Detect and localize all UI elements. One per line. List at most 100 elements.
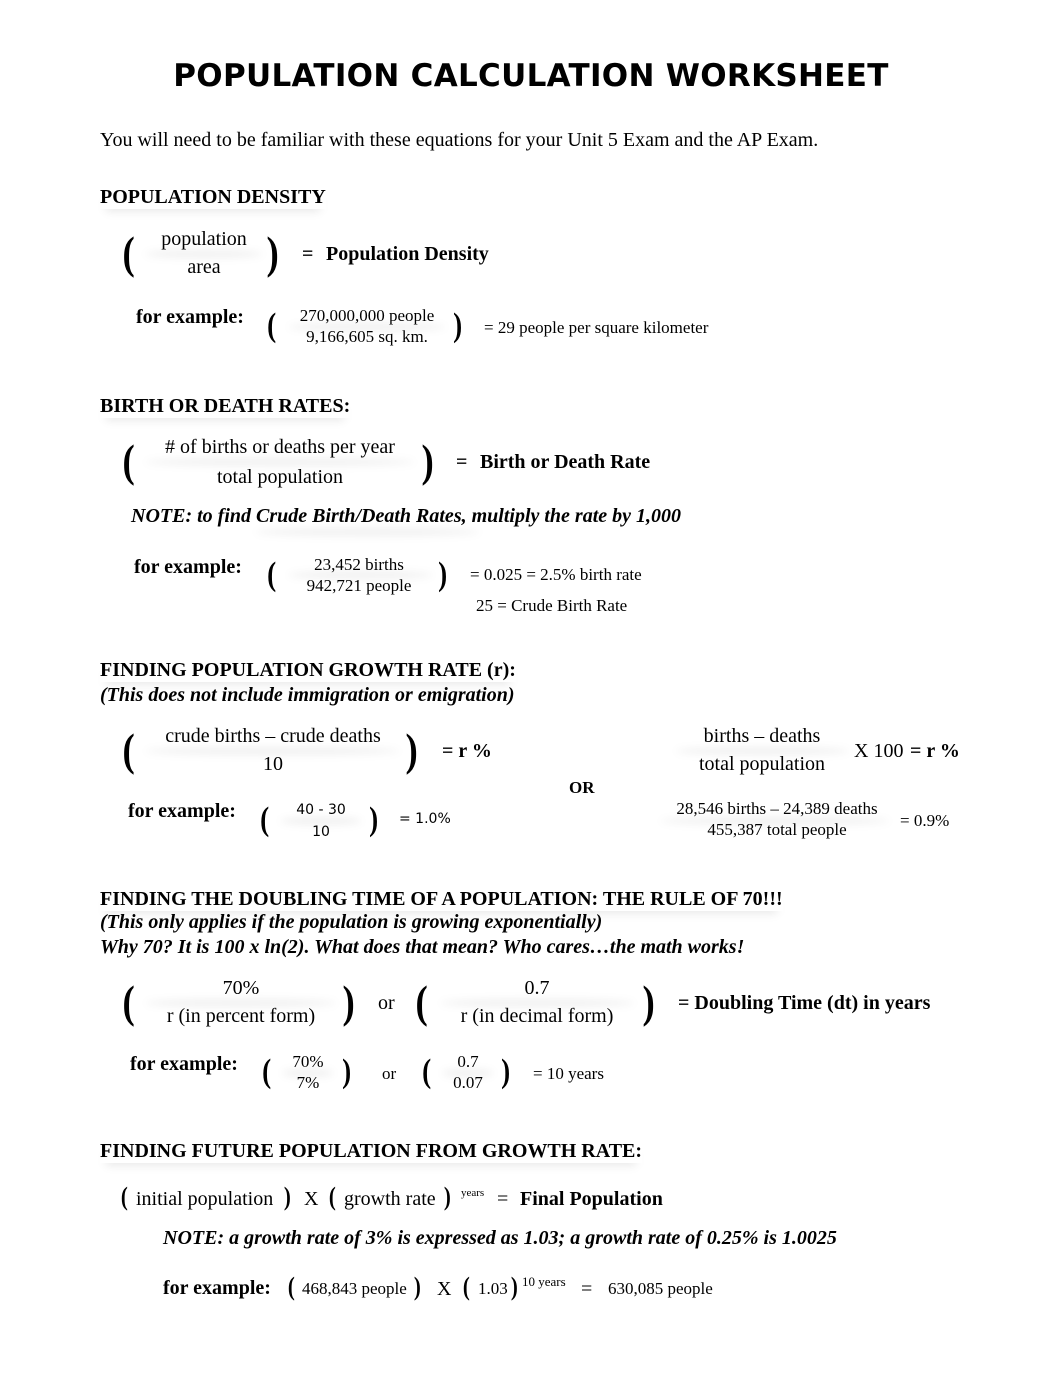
example-result-rate: = 0.025 = 2.5% birth rate — [470, 565, 642, 584]
example-result: 630,085 people — [608, 1279, 713, 1298]
note-shadow — [255, 528, 480, 536]
open-paren: ( — [422, 1053, 432, 1090]
open-paren: ( — [267, 556, 277, 593]
open-paren: ( — [462, 1272, 470, 1301]
initial-population: initial population — [136, 1188, 274, 1210]
page-title: POPULATION CALCULATION WORKSHEET — [173, 58, 889, 94]
open-paren: ( — [122, 724, 135, 775]
close-paren: ) — [438, 556, 448, 593]
numerator: population — [161, 228, 247, 250]
doubling-subheading-1: (This only applies if the population is … — [100, 911, 603, 933]
denominator: 0.07 — [453, 1073, 483, 1092]
close-paren: ) — [342, 1053, 352, 1090]
equals-sign: = — [581, 1278, 593, 1300]
example-label: for example: — [128, 800, 236, 822]
open-paren: ( — [415, 976, 428, 1027]
rates-example-fraction: 23,452 births 942,721 people — [290, 554, 428, 596]
section-heading-future: FINDING FUTURE POPULATION FROM GROWTH RA… — [100, 1140, 643, 1162]
formula-result: = r % — [910, 740, 960, 762]
growth-subheading: (This does not include immigration or em… — [100, 684, 515, 706]
close-paren: ) — [501, 1053, 511, 1090]
formula-result: Population Density — [326, 243, 489, 265]
close-paren: ) — [642, 976, 655, 1027]
denominator: 942,721 people — [306, 576, 412, 595]
example-result: = 29 people per square kilometer — [484, 318, 709, 337]
growth-rate-note: NOTE: a growth rate of 3% is expressed a… — [163, 1227, 837, 1249]
numerator: 70% — [292, 1052, 324, 1071]
growth-left-example-fraction: 40 - 30 10 — [282, 799, 360, 843]
open-paren: ( — [267, 307, 277, 344]
close-paren: ) — [421, 435, 434, 486]
doubling-decimal-fraction: 0.7 r (in decimal form) — [446, 974, 628, 1030]
numerator: 70% — [222, 977, 260, 999]
density-example-fraction: 270,000,000 people 9,166,605 sq. km. — [290, 305, 444, 347]
exponent: years — [461, 1187, 485, 1199]
numerator: 0.7 — [457, 1052, 479, 1071]
close-paren: ) — [369, 801, 379, 838]
equals-sign: = — [456, 451, 468, 473]
growth-rate: growth rate — [344, 1188, 436, 1210]
example-result: = 1.0% — [399, 811, 451, 827]
or-label: or — [382, 1064, 397, 1083]
close-paren: ) — [405, 724, 418, 775]
intro-text: You will need to be familiar with these … — [100, 129, 819, 151]
rates-fraction: # of births or deaths per year total pop… — [150, 433, 410, 491]
denominator: 7% — [296, 1073, 320, 1092]
or-label: or — [378, 992, 395, 1014]
open-paren: ( — [287, 1272, 295, 1301]
close-paren: ) — [443, 1182, 451, 1211]
example-label: for example: — [163, 1277, 271, 1299]
numerator: 40 - 30 — [296, 802, 346, 818]
numerator: 270,000,000 people — [299, 306, 435, 325]
crude-rate-note: NOTE: to find Crude Birth/Death Rates, m… — [131, 505, 682, 527]
times-sign: X — [437, 1278, 452, 1300]
growth-left-fraction: crude births – crude deaths 10 — [150, 722, 396, 778]
doubling-percent-fraction: 70% r (in percent form) — [150, 974, 332, 1030]
denominator: r (in percent form) — [166, 1005, 316, 1027]
section-heading-doubling: FINDING THE DOUBLING TIME OF A POPULATIO… — [100, 888, 783, 910]
section-heading-density: POPULATION DENSITY — [100, 186, 326, 208]
doubling-example-percent-fraction: 70% 7% — [284, 1051, 332, 1093]
growth-right-example-fraction: 28,546 births – 24,389 deaths 455,387 to… — [667, 798, 887, 840]
example-result: = 0.9% — [900, 811, 950, 830]
denominator: 10 — [312, 824, 330, 840]
example-label: for example: — [136, 306, 244, 328]
denominator: 455,387 total people — [707, 820, 847, 839]
equals-sign: = — [497, 1188, 509, 1210]
open-paren: ( — [328, 1182, 336, 1211]
close-paren: ) — [283, 1182, 291, 1211]
open-paren: ( — [120, 1182, 128, 1211]
example-result: = 10 years — [533, 1064, 604, 1083]
formula-result: = Doubling Time (dt) in years — [678, 992, 931, 1014]
example-result-crude: 25 = Crude Birth Rate — [476, 596, 628, 615]
example-rate: 1.03 — [478, 1279, 508, 1298]
numerator: births – deaths — [703, 725, 821, 747]
formula-result: Final Population — [520, 1188, 663, 1210]
times-sign: X — [304, 1188, 319, 1210]
example-label: for example: — [130, 1053, 238, 1075]
numerator: 28,546 births – 24,389 deaths — [676, 799, 878, 818]
section-heading-rates: BIRTH OR DEATH RATES: — [100, 395, 351, 417]
open-paren: ( — [122, 435, 135, 486]
close-paren: ) — [453, 307, 463, 344]
equals-sign: = — [302, 243, 314, 265]
growth-right-fraction: births – deaths total population — [680, 722, 844, 778]
open-paren: ( — [122, 227, 135, 278]
example-initial: 468,843 people — [302, 1279, 407, 1298]
example-label: for example: — [134, 556, 242, 578]
density-fraction: population area — [148, 225, 260, 281]
numerator: 0.7 — [524, 977, 550, 999]
numerator: 23,452 births — [314, 555, 404, 574]
example-exponent: 10 years — [522, 1274, 566, 1289]
close-paren: ) — [413, 1272, 421, 1301]
denominator: r (in decimal form) — [460, 1005, 614, 1027]
doubling-subheading-2: Why 70? It is 100 x ln(2). What does tha… — [100, 936, 745, 958]
formula-result: Birth or Death Rate — [480, 451, 651, 473]
multiplier: X 100 — [854, 740, 904, 762]
open-paren: ( — [122, 976, 135, 1027]
denominator: 10 — [263, 753, 283, 775]
formula-result: = r % — [442, 740, 492, 762]
numerator: # of births or deaths per year — [165, 436, 395, 458]
doubling-example-decimal-fraction: 0.7 0.07 — [444, 1051, 492, 1093]
numerator: crude births – crude deaths — [165, 725, 381, 747]
